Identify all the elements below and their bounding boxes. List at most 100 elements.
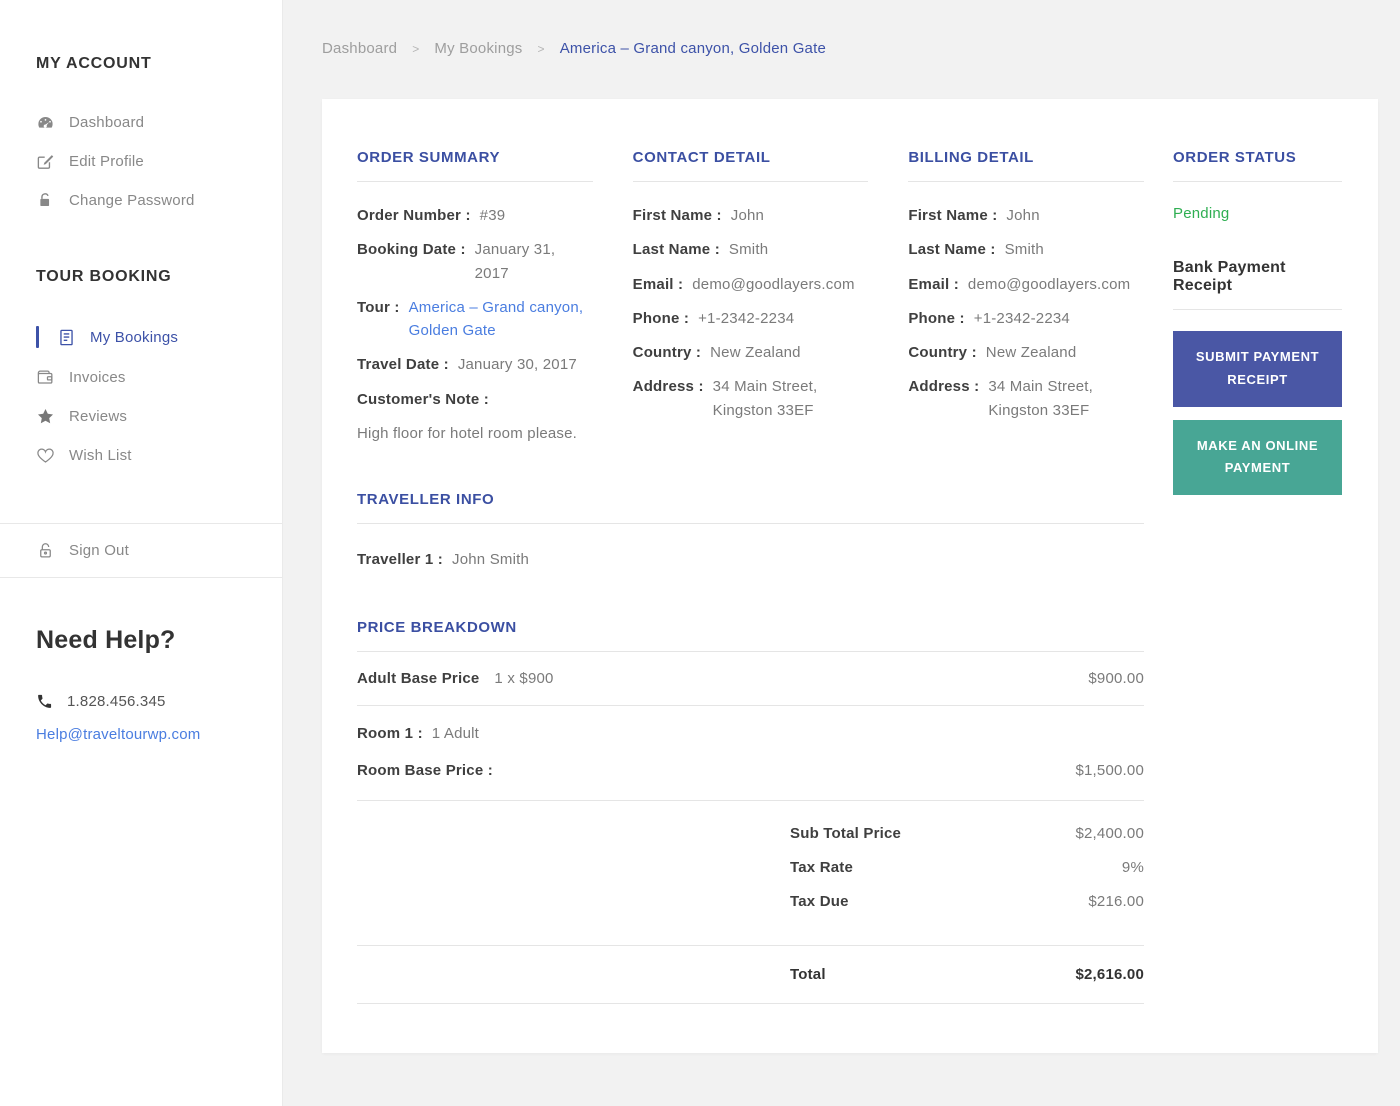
divider: [357, 181, 593, 182]
booking-detail-card: ORDER SUMMARY Order Number : #39 Booking…: [322, 99, 1378, 1053]
field-value: New Zealand: [985, 344, 1077, 361]
make-online-payment-button[interactable]: MAKE AN ONLINE PAYMENT: [1173, 419, 1342, 495]
field-value: demo@goodlayers.com: [967, 275, 1131, 293]
traveller-info-title: TRAVELLER INFO: [357, 491, 495, 508]
bank-payment-receipt-label: Bank Payment Receipt: [1173, 259, 1286, 294]
adult-base-price-row: Adult Base Price 1 x $900 $900.00: [357, 652, 1144, 705]
field-label: Last Name :: [632, 241, 720, 259]
billing-detail-section: BILLING DETAIL First Name : John Last Na…: [908, 149, 1144, 445]
field-label: Country :: [632, 344, 702, 361]
breadcrumb-my-bookings[interactable]: My Bookings: [434, 40, 522, 57]
field-value: Smith: [1004, 241, 1044, 259]
tour-label: Tour :: [357, 298, 400, 316]
billing-phone-row: Phone : +1-2342-2234: [908, 307, 1144, 330]
breadcrumb-current-tour[interactable]: America – Grand canyon, Golden Gate: [560, 40, 826, 57]
room-occupancy: 1 Adult: [431, 725, 480, 743]
tax-due-label: Tax Due: [790, 893, 849, 911]
total-label: Total: [790, 965, 826, 983]
field-value: +1-2342-2234: [698, 309, 795, 327]
price-breakdown-section: PRICE BREAKDOWN Adult Base Price 1 x $90…: [357, 619, 1144, 1004]
sidebar: MY ACCOUNT Dashboard Edit Profile Change…: [0, 0, 283, 1106]
contact-country-row: Country : New Zealand: [633, 341, 869, 364]
room-block: Room 1 : 1 Adult Room Base Price : $1,50…: [357, 706, 1144, 800]
need-help-section: Need Help? 1.828.456.345 Help@traveltour…: [0, 578, 282, 743]
order-summary-section: ORDER SUMMARY Order Number : #39 Booking…: [357, 149, 593, 445]
divider: [908, 181, 1144, 182]
customer-note-label: Customer's Note :: [357, 390, 489, 408]
field-label: Email :: [632, 275, 684, 293]
contact-detail-section: CONTACT DETAIL First Name : John Last Na…: [632, 149, 869, 445]
billing-email-row: Email : demo@goodlayers.com: [908, 273, 1144, 296]
billing-address-row: Address : 34 Main Street, Kingston 33EF: [908, 375, 1144, 422]
sidebar-item-reviews[interactable]: Reviews: [0, 397, 282, 436]
contact-first-name-row: First Name : John: [633, 204, 869, 227]
card-left: ORDER SUMMARY Order Number : #39 Booking…: [357, 149, 1144, 1007]
sidebar-item-edit-profile[interactable]: Edit Profile: [0, 142, 282, 181]
contact-address-row: Address : 34 Main Street, Kingston 33EF: [633, 375, 869, 422]
order-status-title: ORDER STATUS: [1173, 149, 1297, 166]
field-value: 34 Main Street, Kingston 33EF: [988, 378, 1094, 419]
billing-country-row: Country : New Zealand: [908, 341, 1144, 364]
sidebar-item-sign-out[interactable]: Sign Out: [0, 524, 282, 577]
booking-date-value: January 31, 2017: [474, 241, 556, 282]
field-label: Email :: [908, 275, 959, 293]
sidebar-item-dashboard[interactable]: Dashboard: [0, 103, 282, 142]
active-indicator-bar: [36, 326, 39, 348]
order-status-section: ORDER STATUS Pending Bank Payment Receip…: [1173, 149, 1342, 1007]
wallet-icon: [36, 368, 55, 387]
order-number-label: Order Number :: [357, 207, 471, 224]
sidebar-item-label: Reviews: [69, 408, 128, 425]
breadcrumb-dashboard[interactable]: Dashboard: [322, 40, 397, 57]
booking-date-row: Booking Date : January 31, 2017: [357, 238, 593, 285]
lock-icon: [36, 191, 55, 210]
field-label: Phone :: [632, 309, 690, 327]
sidebar-item-invoices[interactable]: Invoices: [0, 358, 282, 397]
sidebar-item-wish-list[interactable]: Wish List: [0, 436, 282, 475]
sidebar-item-label: Dashboard: [69, 114, 145, 131]
room-base-price-row: Room Base Price : $1,500.00: [357, 759, 1144, 782]
dashboard-icon: [36, 113, 55, 132]
tax-rate-label: Tax Rate: [790, 859, 854, 877]
divider: [632, 181, 869, 182]
sidebar-item-change-password[interactable]: Change Password: [0, 181, 282, 220]
heart-icon: [36, 446, 55, 465]
customer-note-text: High floor for hotel room please.: [357, 424, 578, 442]
edit-icon: [36, 152, 55, 171]
help-phone-number: 1.828.456.345: [67, 693, 166, 710]
room-base-price-label: Room Base Price :: [357, 761, 493, 779]
tax-rate-row: Tax Rate 9%: [790, 851, 1144, 885]
bookings-icon: [57, 328, 76, 347]
sidebar-item-my-bookings[interactable]: My Bookings: [0, 316, 282, 358]
main-content: Dashboard > My Bookings > America – Gran…: [283, 0, 1400, 1106]
sign-out-label: Sign Out: [69, 542, 129, 559]
contact-last-name-row: Last Name : Smith: [633, 238, 869, 261]
field-label: First Name :: [632, 207, 722, 224]
room-base-price-amount: $1,500.00: [1075, 761, 1144, 779]
tax-rate-value: 9%: [1121, 859, 1144, 877]
totals-block: Sub Total Price $2,400.00 Tax Rate 9% Ta…: [357, 801, 1144, 945]
field-value: John: [1006, 207, 1040, 224]
subtotal-amount: $2,400.00: [1075, 825, 1144, 843]
sidebar-item-label: Edit Profile: [69, 153, 144, 170]
divider: [357, 1002, 1144, 1004]
field-value: demo@goodlayers.com: [692, 275, 855, 293]
tax-due-amount: $216.00: [1088, 893, 1144, 911]
room-row: Room 1 : 1 Adult: [357, 722, 1144, 745]
submit-payment-receipt-button[interactable]: SUBMIT PAYMENT RECEIPT: [1173, 331, 1342, 407]
contact-email-row: Email : demo@goodlayers.com: [633, 273, 869, 296]
total-amount: $2,616.00: [1075, 965, 1144, 983]
booking-menu: My Bookings Invoices Reviews Wish List: [0, 316, 282, 475]
customer-note-row: Customer's Note :: [357, 388, 593, 411]
adult-base-price-qty: 1 x $900: [494, 670, 554, 688]
tax-due-row: Tax Due $216.00: [790, 885, 1144, 919]
field-label: Address :: [632, 378, 704, 396]
subtotal-label: Sub Total Price: [790, 825, 902, 843]
sidebar-item-label: Wish List: [69, 447, 132, 464]
status-badge: Pending: [1173, 205, 1230, 222]
tour-link[interactable]: America – Grand canyon, Golden Gate: [409, 296, 584, 343]
subtotal-row: Sub Total Price $2,400.00: [790, 817, 1144, 851]
billing-last-name-row: Last Name : Smith: [908, 238, 1144, 261]
order-summary-title: ORDER SUMMARY: [357, 149, 501, 166]
help-email-link[interactable]: Help@traveltourwp.com: [36, 726, 200, 743]
field-value: +1-2342-2234: [973, 309, 1070, 327]
